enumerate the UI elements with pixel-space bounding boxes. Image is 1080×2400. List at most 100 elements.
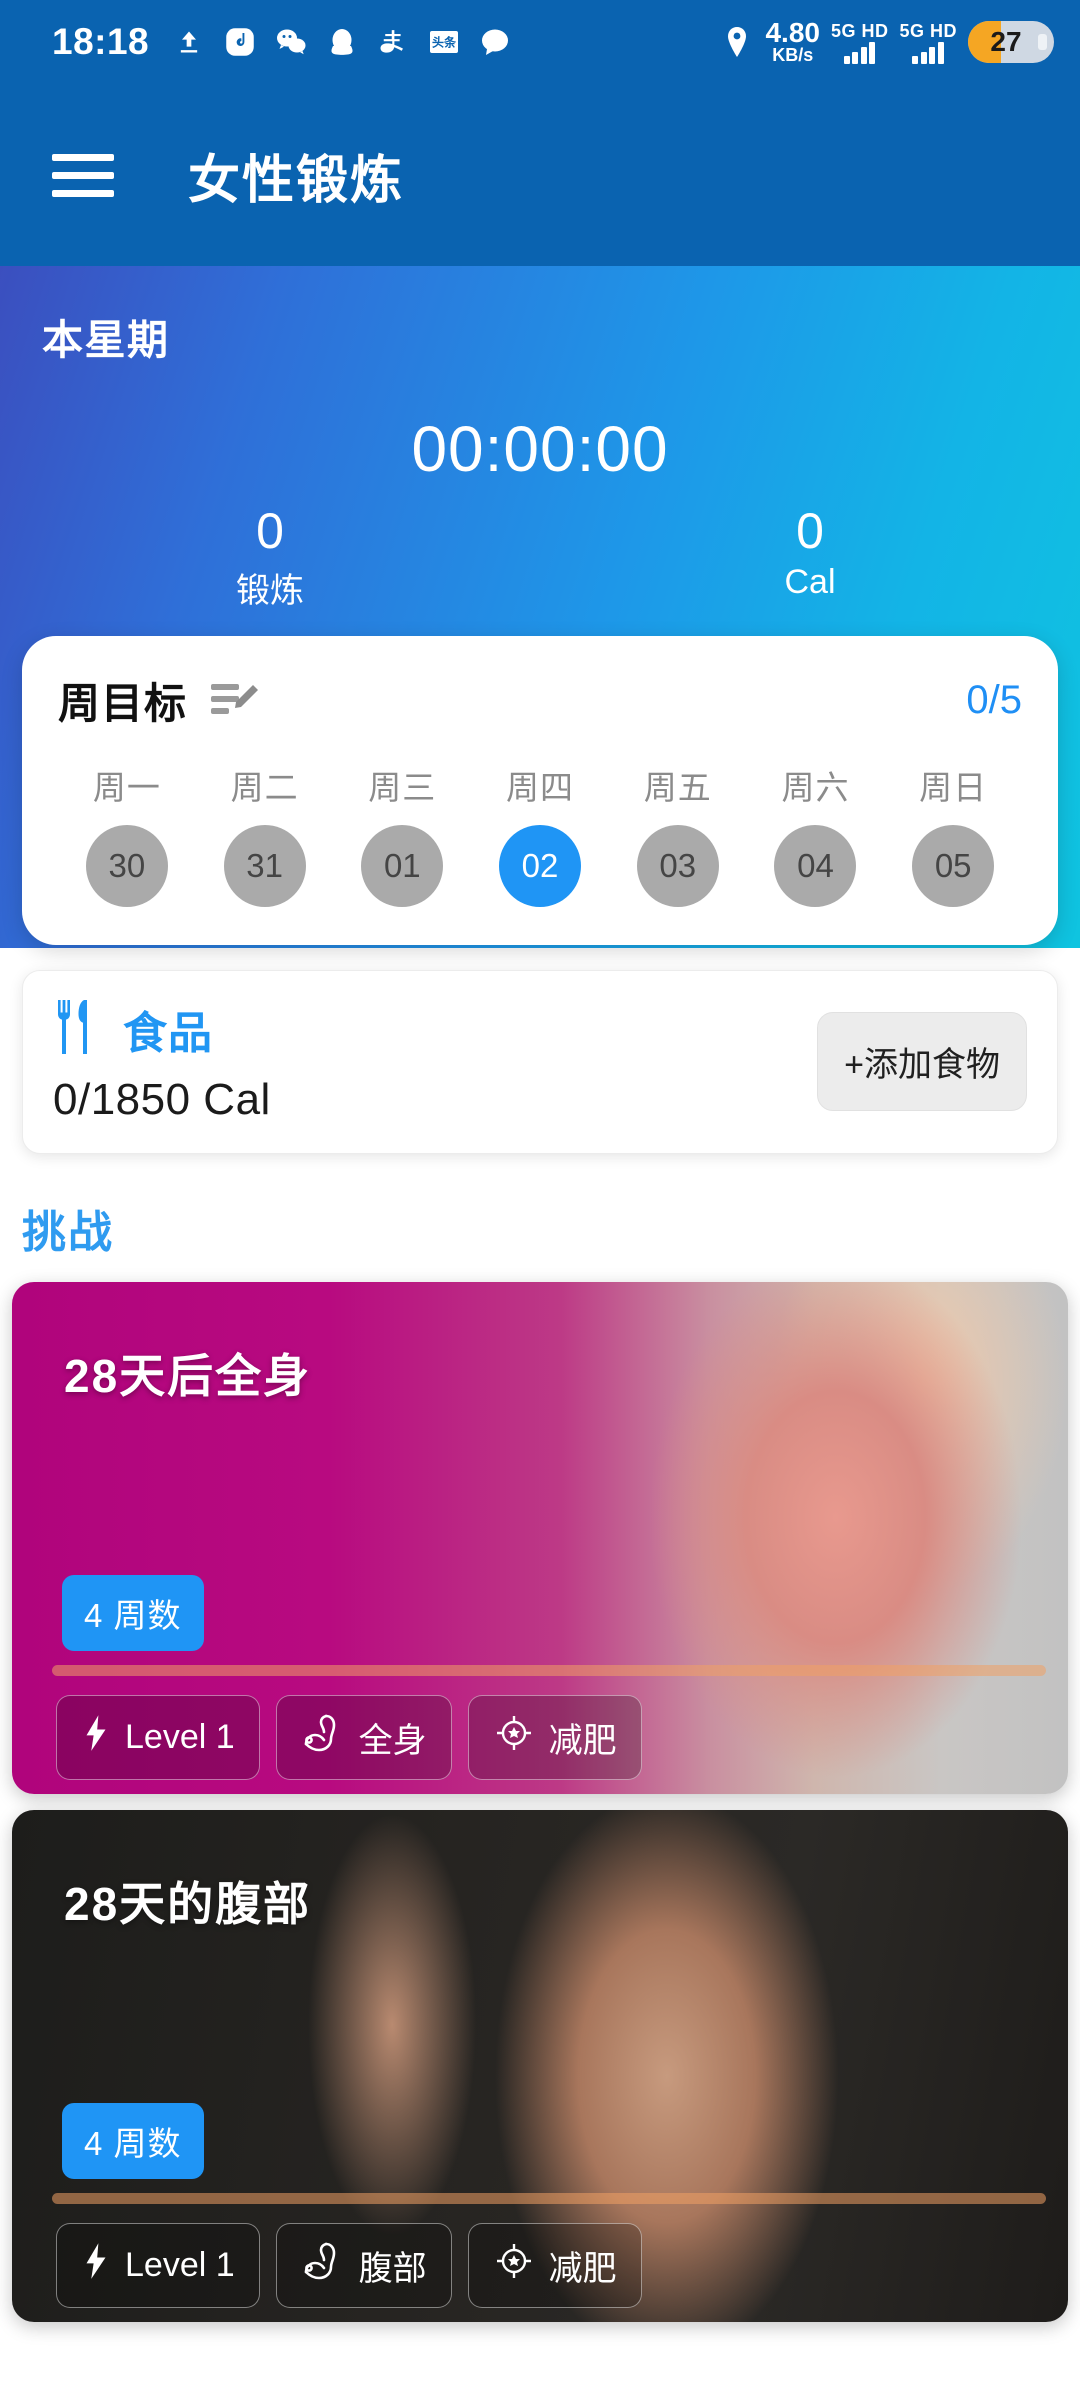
day-name: 周三 (368, 769, 437, 806)
challenge-card-abs[interactable]: 28天的腹部 4 周数 Level 1 腹部 减肥 (12, 1810, 1068, 2322)
hero-timer: 00:00:00 (411, 413, 669, 485)
battery-tip (1038, 34, 1047, 50)
day-name: 周五 (643, 769, 712, 806)
day-name: 周二 (230, 769, 299, 806)
hamburger-line (52, 189, 114, 197)
weekly-goal-count: 0/5 (966, 678, 1022, 722)
status-time: 18:18 (52, 21, 150, 62)
day-column-fri[interactable]: 周五 03 (609, 761, 747, 907)
hero-stat-calories: 0 Cal (540, 504, 1080, 612)
day-name: 周一 (92, 769, 161, 806)
weekly-goal-header: 周目标 0/5 (58, 670, 1022, 731)
app-screen: 18:18 头条 4.80 KB/s 5G HD 5G HD 27 女性锻炼 本… (0, 0, 1080, 2400)
weekly-goal-title: 周目标 (58, 680, 188, 727)
sim2-label: 5G HD (899, 20, 957, 41)
hero-stat-value: 0 (256, 503, 284, 559)
day-column-wed[interactable]: 周三 01 (333, 761, 471, 907)
challenge-tag-bodypart[interactable]: 全身 (275, 1695, 452, 1780)
hero-stat-label: Cal (784, 563, 836, 601)
toutiao-icon: 头条 (427, 25, 461, 59)
food-card[interactable]: 食品 0/1850 Cal +添加食物 (22, 970, 1058, 1154)
challenge-tag-label: Level 1 (125, 2246, 235, 2284)
day-date-circle-selected: 02 (499, 825, 582, 907)
location-pin-icon (720, 25, 754, 59)
food-card-header: 食品 (53, 997, 817, 1061)
sim1-bars (843, 41, 876, 64)
add-food-button[interactable]: +添加食物 (817, 1011, 1027, 1111)
day-column-sun[interactable]: 周日 05 (884, 761, 1022, 907)
food-calories: 0/1850 Cal (53, 1075, 271, 1124)
challenge-tag-label: 减肥 (548, 1722, 617, 1760)
bicep-muscle-icon (301, 2241, 345, 2290)
hamburger-menu-icon[interactable] (52, 153, 114, 197)
sim1-label: 5G HD (830, 20, 889, 41)
challenge-progress-bar (52, 2193, 1046, 2204)
battery-indicator: 27 (968, 21, 1054, 63)
upload-icon (172, 25, 206, 59)
network-speed-value: 4.80 (765, 17, 820, 49)
day-name: 周六 (781, 769, 850, 806)
day-date-circle: 01 (361, 825, 444, 907)
challenge-weeks-badge: 4 周数 (62, 1575, 204, 1651)
challenge-tag-label: 腹部 (358, 2250, 427, 2288)
day-date-circle: 04 (774, 825, 857, 907)
day-name: 周四 (506, 769, 575, 806)
challenge-tag-label: 全身 (358, 1722, 427, 1760)
day-column-thu[interactable]: 周四 02 (471, 761, 609, 907)
douyin-icon (223, 25, 257, 59)
hero-stat-value: 0 (796, 503, 824, 559)
challenge-tag-label: 减肥 (548, 2250, 617, 2288)
hero-stat-label: 锻炼 (236, 572, 304, 610)
challenge-tag-goal[interactable]: 减肥 (467, 2223, 642, 2308)
svg-text:头条: 头条 (432, 35, 457, 50)
food-card-title: 食品 (123, 1009, 213, 1058)
hamburger-line (52, 153, 114, 161)
hero-week-label: 本星期 (42, 317, 170, 363)
week-day-strip: 周一 30 周二 31 周三 01 周四 02 周五 03 周六 04 周日 0… (58, 761, 1022, 907)
challenge-tags: Level 1 腹部 减肥 (56, 2223, 642, 2308)
hero-stats: 0 锻炼 0 Cal (0, 504, 1080, 612)
fork-knife-icon (53, 998, 99, 1061)
qq-icon (325, 25, 359, 59)
status-bar-left: 18:18 头条 (52, 21, 512, 63)
edit-list-icon[interactable] (209, 679, 261, 723)
day-column-sat[interactable]: 周六 04 (747, 761, 885, 907)
lightning-bolt-icon (81, 1714, 111, 1761)
challenge-card-full-body[interactable]: 28天后全身 4 周数 Level 1 全身 减肥 (12, 1282, 1068, 1794)
challenge-tag-label: Level 1 (125, 1718, 235, 1756)
day-name: 周日 (919, 769, 988, 806)
day-column-tue[interactable]: 周二 31 (196, 761, 334, 907)
message-icon (478, 25, 512, 59)
status-bar-right: 4.80 KB/s 5G HD 5G HD 27 (720, 19, 1054, 64)
app-bar: 女性锻炼 (0, 84, 1080, 266)
page-title: 女性锻炼 (188, 151, 405, 210)
wechat-icon (274, 25, 308, 59)
day-column-mon[interactable]: 周一 30 (58, 761, 196, 907)
day-date-circle: 05 (912, 825, 995, 907)
status-bar: 18:18 头条 4.80 KB/s 5G HD 5G HD 27 (0, 0, 1080, 84)
challenge-tag-level[interactable]: Level 1 (56, 1695, 260, 1780)
target-icon (493, 2240, 535, 2291)
food-card-info: 食品 0/1850 Cal (53, 997, 817, 1125)
network-speed-unit: KB/s (772, 44, 814, 65)
lightning-bolt-icon (81, 2242, 111, 2289)
day-date-circle: 31 (223, 825, 306, 907)
challenge-tag-goal[interactable]: 减肥 (467, 1695, 642, 1780)
target-icon (493, 1712, 535, 1763)
alipay-icon (376, 25, 410, 59)
hamburger-line (52, 171, 114, 179)
network-speed: 4.80 KB/s (765, 19, 820, 64)
sim2-signal: 5G HD (899, 21, 957, 64)
hero-stat-workouts: 0 锻炼 (0, 504, 540, 612)
weekly-goal-card: 周目标 0/5 周一 30 周二 31 周三 01 周四 02 周五 03 周六… (22, 636, 1058, 945)
challenge-section-title: 挑战 (22, 1208, 114, 1257)
sim1-signal: 5G HD (831, 21, 889, 64)
challenge-title: 28天的腹部 (64, 1878, 312, 1930)
weekly-summary-hero: 本星期 00:00:00 0 锻炼 0 Cal 周目标 0/5 周一 30 周二… (0, 266, 1080, 948)
challenge-weeks-badge: 4 周数 (62, 2103, 204, 2179)
day-date-circle: 03 (636, 825, 719, 907)
challenge-tag-bodypart[interactable]: 腹部 (275, 2223, 452, 2308)
sim2-bars (912, 41, 944, 64)
bicep-muscle-icon (301, 1713, 345, 1762)
challenge-tag-level[interactable]: Level 1 (56, 2223, 260, 2308)
